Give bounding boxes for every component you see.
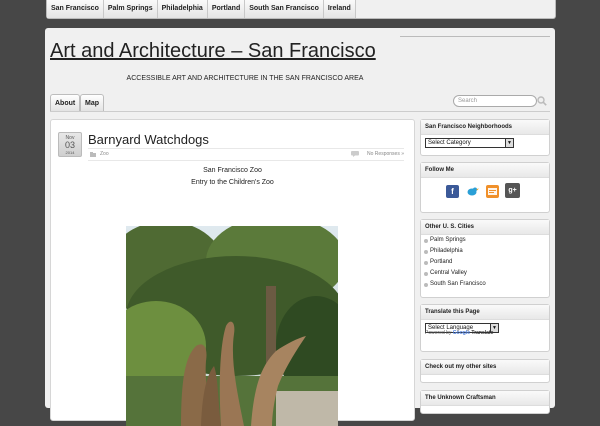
city-label: Portland [430,259,453,265]
neighborhoods-widget-title: San Francisco Neighborhoods [421,120,549,135]
post-photo[interactable] [126,226,338,426]
site-tagline: ACCESSIBLE ART AND ARCHITECTURE IN THE S… [126,75,364,82]
chevron-down-icon: ▼ [505,139,513,147]
top-nav-portland[interactable]: Portland [207,0,246,18]
translate-widget-title: Translate this Page [421,305,549,320]
top-nav-ireland[interactable]: Ireland [323,0,356,18]
page-panel: Art and Architecture – San Francisco ACC… [45,28,555,426]
google-plus-icon[interactable]: g+ [505,183,520,198]
city-label: Central Valley [430,270,467,276]
category-select[interactable]: Select Category ▼ [425,138,514,148]
bullet-icon [424,272,428,276]
powered-by-label: Powered by [425,330,452,336]
neighborhoods-widget: San Francisco Neighborhoods Select Categ… [420,119,550,156]
city-label: South San Francisco [430,281,486,287]
unknown-craftsman-widget-title: The Unknown Craftsman [421,391,549,406]
comment-icon [351,151,359,157]
follow-widget: Follow Me f g+ [420,162,550,213]
city-link[interactable]: Central Valley [424,270,467,276]
post-date-day: 03 [64,140,75,150]
header-divider [400,36,550,37]
twitter-icon[interactable] [466,185,479,198]
other-cities-widget-title: Other U. S. Cities [421,220,549,235]
top-nav-philadelphia[interactable]: Philadelphia [157,0,208,18]
top-nav-san-francisco[interactable]: San Francisco [47,0,104,18]
post-article: Nov 03 2014 Barnyard Watchdogs Zoo No Re… [50,119,415,426]
bullet-icon [424,261,428,265]
category-select-value: Select Category [428,140,471,146]
city-link[interactable]: South San Francisco [424,281,486,287]
search-input[interactable]: Search [453,95,537,107]
city-link[interactable]: Palm Springs [424,237,466,243]
top-nav-palm-springs[interactable]: Palm Springs [103,0,158,18]
tab-about[interactable]: About [50,94,81,112]
translate-widget: Translate this Page Select Language ▼ Po… [420,304,550,352]
search-icon[interactable] [537,96,547,106]
post-meta: Zoo No Responses » [88,148,404,161]
other-sites-widget: Check out my other sites [420,359,550,383]
tab-map[interactable]: Map [80,94,104,112]
bullet-icon [424,239,428,243]
rss-icon[interactable] [486,185,499,198]
facebook-icon[interactable]: f [446,185,459,198]
follow-widget-title: Follow Me [421,163,549,178]
post-responses-link[interactable]: No Responses » [367,149,404,160]
bullet-icon [424,250,428,254]
city-label: Palm Springs [430,237,466,243]
top-nav-south-san-francisco[interactable]: South San Francisco [245,0,324,18]
duck-sculpture-photo [126,226,338,426]
city-link[interactable]: Portland [424,259,453,265]
site-title[interactable]: Art and Architecture – San Francisco [50,40,376,63]
other-sites-widget-title: Check out my other sites [421,360,549,375]
city-link[interactable]: Philadelphia [424,248,463,254]
bullet-icon [424,283,428,287]
google-logo: Google [452,330,471,336]
translate-link[interactable]: Translate [471,330,493,336]
menu-divider [50,111,550,112]
unknown-craftsman-widget: The Unknown Craftsman [420,390,550,414]
other-cities-widget: Other U. S. Cities Palm Springs Philadel… [420,219,550,298]
post-text-line: Entry to the Children's Zoo [191,179,274,186]
post-date-year: 2014 [65,150,75,155]
powered-by-google: Powered by Google Translate [425,330,493,336]
post-date-badge: Nov 03 2014 [58,132,82,157]
city-label: Philadelphia [430,248,463,254]
post-title[interactable]: Barnyard Watchdogs [88,132,209,147]
post-category-link[interactable]: Zoo [100,149,109,160]
post-text-line: San Francisco Zoo [203,167,262,174]
folder-icon [90,152,96,157]
top-navigation: San Francisco Palm Springs Philadelphia … [46,0,556,19]
